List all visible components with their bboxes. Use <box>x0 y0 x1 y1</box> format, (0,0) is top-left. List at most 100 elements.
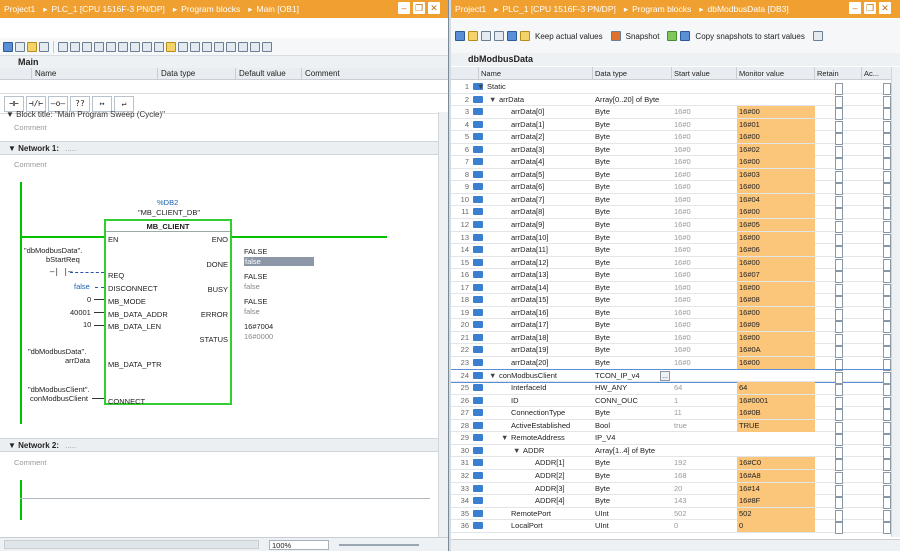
retain-checkbox[interactable] <box>835 522 843 535</box>
col-data-type[interactable]: Data type <box>158 68 236 79</box>
expand-chevron-icon[interactable] <box>501 294 511 306</box>
var-data-type[interactable]: Array[0..20] of Byte <box>595 94 672 106</box>
var-name[interactable]: arrData[13] <box>511 269 593 281</box>
toolbar-icon[interactable] <box>226 41 236 52</box>
toolbar-icon[interactable] <box>3 41 13 52</box>
var-data-type[interactable]: Byte <box>595 169 672 181</box>
db-row[interactable]: 14 arrData[11] Byte 16#0 16#06 <box>451 244 891 259</box>
db-row[interactable]: 11 arrData[8] Byte 16#0 16#00 <box>451 206 891 221</box>
db-row[interactable]: 2 ▼ arrData Array[0..20] of Byte <box>451 94 891 108</box>
var-start-value[interactable]: 16#0 <box>674 194 737 206</box>
var-name[interactable]: arrData[18] <box>511 332 593 344</box>
db-row[interactable]: 27 ConnectionType Byte 11 16#0B <box>451 407 891 422</box>
var-start-value[interactable] <box>674 445 737 457</box>
var-data-type[interactable]: Byte <box>595 257 672 269</box>
expand-chevron-icon[interactable] <box>501 332 511 344</box>
expand-chevron-icon[interactable] <box>501 307 511 319</box>
var-data-type[interactable]: Array[1..4] of Byte <box>595 445 672 457</box>
db-row[interactable]: 8 arrData[5] Byte 16#0 16#03 <box>451 168 891 183</box>
minimize-icon[interactable]: – <box>398 2 410 14</box>
var-name[interactable]: arrData[15] <box>511 294 593 306</box>
var-name[interactable]: ADDR[1] <box>535 457 593 469</box>
mb-data-ptr-member[interactable]: arrData <box>65 356 90 365</box>
expand-chevron-icon[interactable] <box>501 508 511 520</box>
db-row[interactable]: 4 arrData[1] Byte 16#0 16#01 <box>451 118 891 133</box>
db-row[interactable]: 7 arrData[4] Byte 16#0 16#00 <box>451 156 891 171</box>
vertical-scrollbar[interactable] <box>891 67 900 537</box>
col-name[interactable]: Name <box>479 67 593 80</box>
var-start-value[interactable]: 64 <box>674 382 737 394</box>
db-row[interactable]: 23 arrData[20] Byte 16#0 16#00 <box>451 357 891 372</box>
block-comment[interactable]: Comment <box>14 123 47 132</box>
db-row[interactable]: 13 arrData[10] Byte 16#0 16#00 <box>451 231 891 246</box>
toolbar-icon[interactable] <box>262 41 272 52</box>
restore-icon[interactable]: ❐ <box>864 2 876 14</box>
var-start-value[interactable]: 1 <box>674 395 737 407</box>
expand-chevron-icon[interactable] <box>501 357 511 369</box>
toolbar-icon[interactable] <box>130 41 140 52</box>
var-data-type[interactable]: Byte <box>595 294 672 306</box>
var-data-type[interactable] <box>595 81 672 93</box>
restore-icon[interactable]: ❐ <box>413 2 425 14</box>
expand-chevron-icon[interactable] <box>501 206 511 218</box>
expand-chevron-icon[interactable]: ▼ <box>501 432 511 444</box>
toolbar-icon[interactable] <box>680 31 691 41</box>
expand-chevron-icon[interactable] <box>501 269 511 281</box>
expand-chevron-icon[interactable] <box>501 194 511 206</box>
breadcrumb-item[interactable]: PLC_1 [CPU 1516F-3 PN/DP] <box>502 4 615 14</box>
var-start-value[interactable]: 16#0 <box>674 144 737 156</box>
var-name[interactable]: arrData[2] <box>511 131 593 143</box>
var-start-value[interactable]: 168 <box>674 470 737 482</box>
toolbar-icon[interactable] <box>39 41 49 52</box>
toolbar-icon[interactable] <box>94 41 104 52</box>
var-start-value[interactable]: 16#0 <box>674 294 737 306</box>
var-name[interactable]: arrData[8] <box>511 206 593 218</box>
zoom-slider[interactable] <box>339 543 419 546</box>
var-start-value[interactable]: 16#0 <box>674 206 737 218</box>
col-monitor-value[interactable]: Monitor value <box>737 67 815 80</box>
var-data-type[interactable]: Byte <box>595 119 672 131</box>
db-row[interactable]: 35 RemotePort UInt 502 502 <box>451 507 891 522</box>
var-start-value[interactable]: 16#0 <box>674 257 737 269</box>
var-data-type[interactable]: Byte <box>595 282 672 294</box>
var-data-type[interactable]: Byte <box>595 194 672 206</box>
horizontal-scrollbar[interactable] <box>4 540 259 549</box>
var-start-value[interactable]: 20 <box>674 483 737 495</box>
var-name[interactable]: ActiveEstablished <box>511 420 593 432</box>
var-data-type[interactable]: Byte <box>595 332 672 344</box>
breadcrumb-item[interactable]: Project1 <box>455 4 486 14</box>
network-1-header[interactable]: ▼ Network 1:..... <box>0 141 438 155</box>
db-row[interactable]: 32 ADDR[2] Byte 168 16#A8 <box>451 469 891 484</box>
busy-actual[interactable]: FALSE <box>244 272 267 281</box>
db-row[interactable]: 20 arrData[17] Byte 16#0 16#09 <box>451 319 891 334</box>
var-name[interactable]: arrData[20] <box>511 357 593 369</box>
network-1-comment[interactable]: Comment <box>14 160 47 169</box>
toolbar-icon[interactable] <box>481 31 491 41</box>
col-name[interactable]: Name <box>32 68 158 79</box>
toolbar-icon[interactable] <box>238 41 248 52</box>
var-start-value[interactable]: 16#0 <box>674 119 737 131</box>
var-name[interactable]: arrData[3] <box>511 144 593 156</box>
col-comment[interactable]: Comment <box>302 68 438 79</box>
toolbar-icon[interactable] <box>142 41 152 52</box>
db-row[interactable]: 22 arrData[19] Byte 16#0 16#0A <box>451 344 891 359</box>
toolbar-icon[interactable] <box>202 41 212 52</box>
var-data-type[interactable]: Byte <box>595 156 672 168</box>
toolbar-icon[interactable] <box>178 41 188 52</box>
db-row[interactable]: 5 arrData[2] Byte 16#0 16#00 <box>451 131 891 146</box>
var-name[interactable]: ADDR[4] <box>535 495 593 507</box>
toolbar-icon[interactable] <box>455 31 465 41</box>
var-start-value[interactable]: 0 <box>674 520 737 532</box>
var-name[interactable]: RemoteAddress <box>511 432 593 444</box>
expand-chevron-icon[interactable] <box>525 470 535 482</box>
db-row[interactable]: 19 arrData[16] Byte 16#0 16#00 <box>451 306 891 321</box>
var-name[interactable]: arrData[5] <box>511 169 593 181</box>
var-start-value[interactable]: 16#0 <box>674 181 737 193</box>
var-name[interactable]: arrData[6] <box>511 181 593 193</box>
db-row[interactable]: 18 arrData[15] Byte 16#0 16#08 <box>451 294 891 309</box>
disconnect-value[interactable]: false <box>74 282 90 291</box>
var-name[interactable]: RemotePort <box>511 508 593 520</box>
var-start-value[interactable]: 502 <box>674 508 737 520</box>
var-data-type[interactable]: UInt <box>595 520 672 532</box>
db-row[interactable]: 3 arrData[0] Byte 16#0 16#00 <box>451 106 891 121</box>
